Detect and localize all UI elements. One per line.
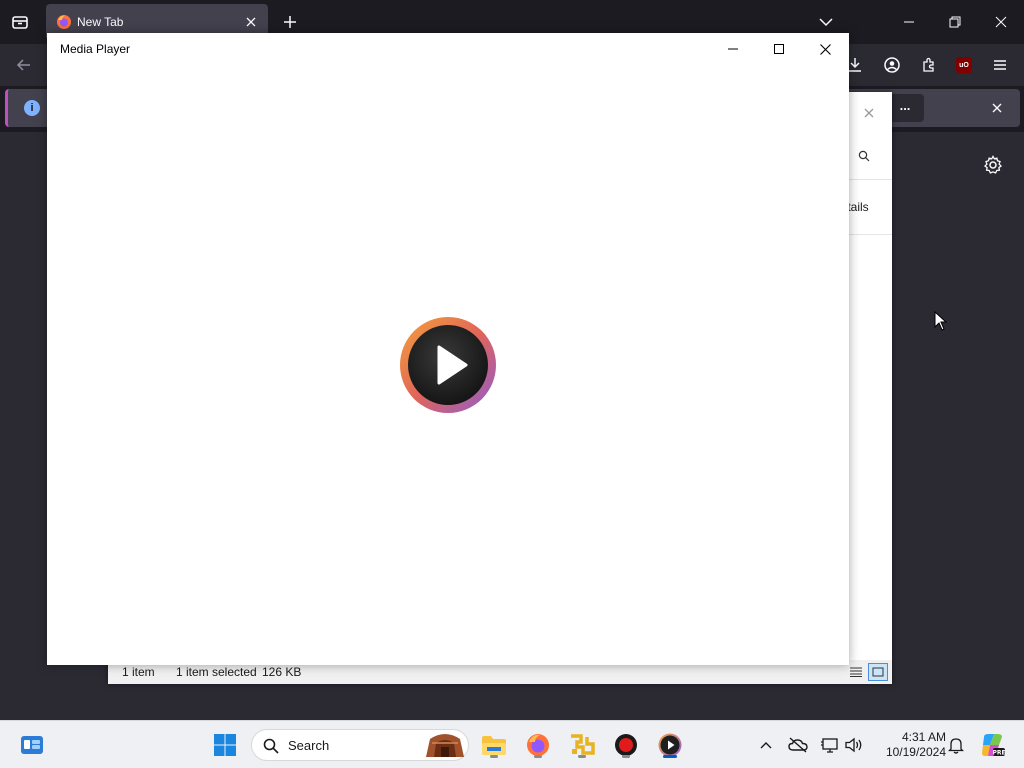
search-icon bbox=[262, 737, 280, 755]
recorder-icon[interactable] bbox=[610, 729, 642, 761]
active-indicator bbox=[663, 755, 677, 758]
widgets-icon[interactable] bbox=[16, 729, 48, 761]
explorer-close-icon[interactable] bbox=[856, 100, 882, 126]
yellow-app-icon[interactable] bbox=[566, 729, 598, 761]
network-icon[interactable] bbox=[818, 733, 842, 757]
divider bbox=[848, 234, 892, 235]
status-size: 126 KB bbox=[262, 665, 302, 679]
maximize-icon[interactable] bbox=[756, 33, 802, 65]
minimize-icon[interactable] bbox=[894, 8, 924, 36]
start-button-icon[interactable] bbox=[209, 729, 241, 761]
tab-title: New Tab bbox=[77, 15, 124, 29]
search-placeholder: Search bbox=[288, 738, 330, 753]
search-icon[interactable] bbox=[856, 148, 872, 164]
minimize-icon[interactable] bbox=[710, 33, 756, 65]
new-tab-plus-icon[interactable] bbox=[280, 12, 300, 32]
search-highlight-icon bbox=[422, 731, 468, 759]
status-item-count: 1 item bbox=[122, 665, 155, 679]
status-selected: 1 item selected bbox=[176, 665, 257, 679]
divider bbox=[848, 179, 892, 180]
mouse-cursor-icon bbox=[934, 311, 948, 331]
details-view-icon[interactable] bbox=[846, 663, 866, 681]
close-icon[interactable] bbox=[802, 33, 848, 65]
clock-time: 4:31 AM bbox=[901, 730, 946, 744]
firefox-icon[interactable] bbox=[522, 729, 554, 761]
cloud-offline-icon[interactable] bbox=[786, 733, 810, 757]
restore-icon[interactable] bbox=[940, 8, 970, 36]
details-pane-label[interactable]: Details bbox=[848, 200, 892, 214]
menu-hamburger-icon[interactable] bbox=[987, 52, 1013, 78]
running-indicator bbox=[534, 755, 542, 758]
copilot-icon[interactable]: PRE bbox=[978, 733, 1008, 757]
extensions-icon[interactable] bbox=[916, 52, 942, 78]
svg-text:PRE: PRE bbox=[992, 750, 1005, 757]
media-player-window: Media Player bbox=[47, 33, 849, 665]
ublock-icon[interactable]: uO bbox=[951, 52, 977, 78]
media-player-icon[interactable] bbox=[654, 729, 686, 761]
taskbar: Search 4:31 AM 10/19/2024 PRE bbox=[0, 720, 1024, 768]
volume-icon[interactable] bbox=[842, 733, 866, 757]
large-icons-view-icon[interactable] bbox=[868, 663, 888, 681]
system-clock[interactable]: 4:31 AM 10/19/2024 bbox=[872, 730, 946, 760]
close-tab-icon[interactable] bbox=[242, 13, 260, 31]
bell-icon[interactable] bbox=[944, 733, 968, 757]
firefox-icon bbox=[56, 14, 72, 30]
account-icon[interactable] bbox=[879, 52, 905, 78]
info-icon: i bbox=[24, 100, 40, 116]
window-title: Media Player bbox=[60, 42, 131, 56]
tab-manager-icon[interactable] bbox=[8, 10, 32, 34]
close-icon[interactable] bbox=[986, 8, 1016, 36]
running-indicator bbox=[578, 755, 586, 758]
media-player-logo-icon bbox=[398, 315, 498, 415]
running-indicator bbox=[490, 755, 498, 758]
gear-icon[interactable] bbox=[982, 154, 1004, 176]
running-indicator bbox=[622, 755, 630, 758]
chevron-up-icon[interactable] bbox=[754, 733, 778, 757]
clock-date: 10/19/2024 bbox=[885, 745, 946, 759]
back-arrow-icon[interactable] bbox=[11, 52, 37, 78]
file-explorer-icon[interactable] bbox=[478, 729, 510, 761]
chevron-down-icon[interactable] bbox=[816, 12, 836, 32]
taskbar-search-box[interactable]: Search bbox=[251, 729, 469, 761]
close-notification-icon[interactable] bbox=[988, 99, 1006, 117]
